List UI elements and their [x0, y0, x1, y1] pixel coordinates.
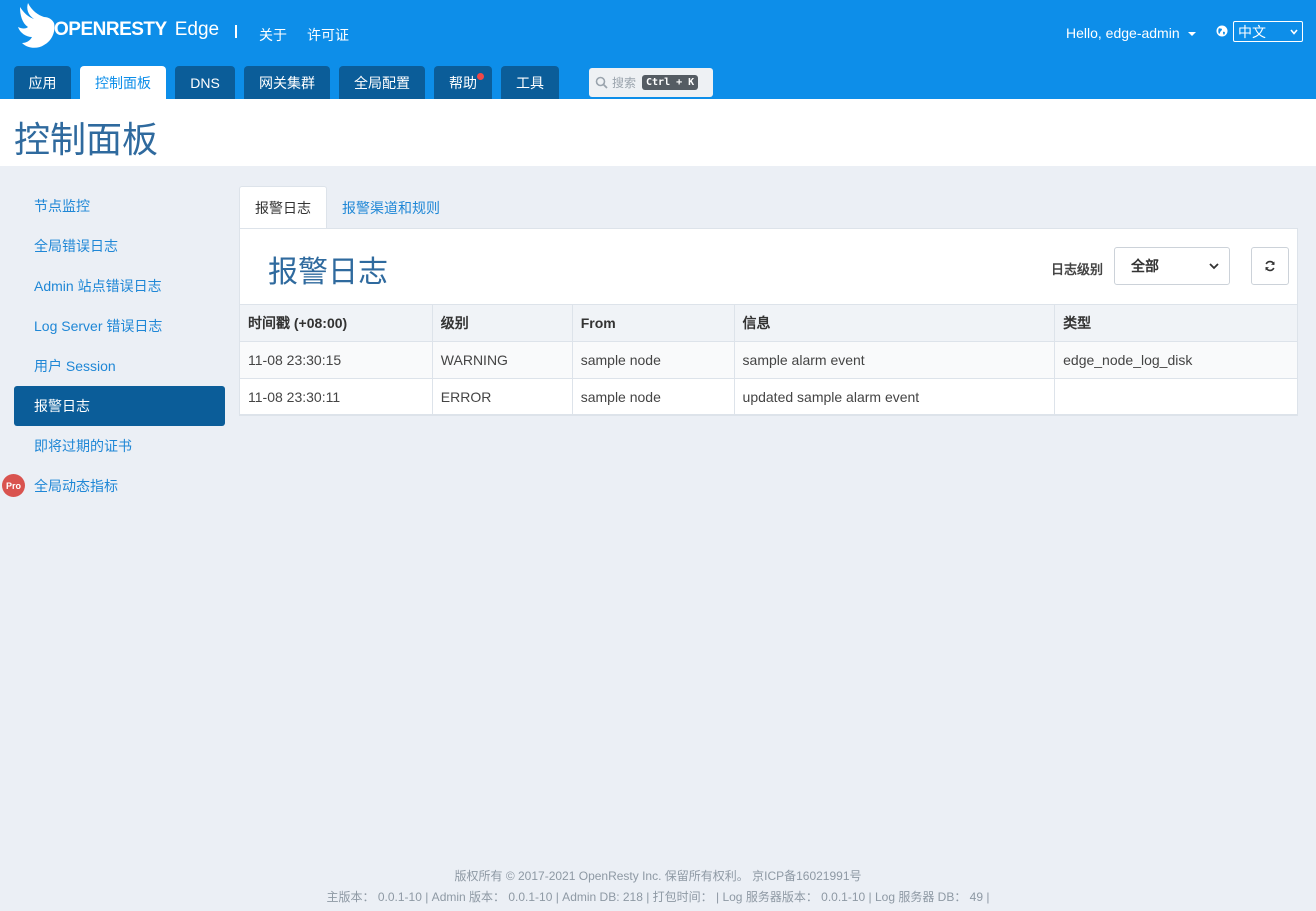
tab-label: 工具	[516, 74, 544, 91]
global-search[interactable]: 搜索 Ctrl + K	[589, 68, 713, 97]
top-header: OPENRESTY Edge 关于 许可证 Hello, edge-admin …	[0, 0, 1316, 99]
search-shortcut: Ctrl + K	[642, 75, 699, 90]
panel-title: 报警日志	[268, 256, 388, 289]
cell-message: updated sample alarm event	[733, 378, 1056, 416]
bird-logo-icon	[18, 3, 55, 48]
main-nav-tabs: 应用 控制面板 DNS 网关集群 全局配置 帮助 工具	[14, 66, 568, 99]
column-header: From	[571, 304, 735, 342]
tab-label: 帮助	[449, 74, 477, 91]
chevron-down-icon	[1209, 263, 1219, 270]
header-divider	[235, 25, 237, 38]
cell-type	[1054, 378, 1298, 416]
table-row: 11-08 23:30:11 ERROR sample node updated…	[239, 378, 1298, 416]
tab-label: DNS	[190, 74, 220, 91]
user-menu[interactable]: Hello, edge-admin	[1066, 25, 1196, 41]
sidebar-item-label: Log Server 错误日志	[34, 318, 163, 334]
about-link[interactable]: 关于	[259, 25, 287, 45]
column-header: 级别	[431, 304, 573, 342]
tab-label: 应用	[28, 74, 57, 91]
cell-level: WARNING	[431, 341, 573, 379]
caret-down-icon	[1187, 32, 1196, 36]
cell-from: sample node	[571, 341, 735, 379]
alarm-subtabs: 报警日志 报警渠道和规则	[239, 186, 1298, 229]
license-link[interactable]: 许可证	[307, 25, 349, 45]
tab-global-config[interactable]: 全局配置	[339, 66, 425, 99]
tab-alarm-log[interactable]: 报警日志	[239, 186, 327, 229]
sidebar-item-label: Admin 站点错误日志	[34, 278, 162, 294]
cell-type: edge_node_log_disk	[1054, 341, 1298, 379]
chevron-down-icon	[1290, 28, 1298, 35]
log-level-select[interactable]: 全部	[1114, 247, 1230, 285]
sidebar-item-user-session[interactable]: 用户 Session	[14, 346, 225, 386]
refresh-icon	[1265, 260, 1275, 272]
cell-from: sample node	[571, 378, 735, 416]
page-title-bar: 控制面板	[0, 99, 1316, 166]
sidebar-item-global-error-log[interactable]: 全局错误日志	[14, 226, 225, 266]
openresty-logo[interactable]: OPENRESTY Edge	[14, 2, 219, 52]
tab-tools[interactable]: 工具	[501, 66, 559, 99]
tab-label: 全局配置	[354, 74, 410, 91]
pro-badge: Pro	[2, 474, 25, 497]
tab-label: 报警日志	[255, 200, 311, 216]
refresh-button[interactable]	[1251, 247, 1289, 285]
footer: 版权所有 © 2017-2021 OpenResty Inc. 保留所有权利。 …	[0, 866, 1316, 908]
sidebar-item-label: 节点监控	[34, 198, 90, 214]
column-header: 类型	[1054, 304, 1298, 342]
column-header: 信息	[733, 304, 1056, 342]
page-title: 控制面板	[14, 119, 159, 160]
tab-apps[interactable]: 应用	[14, 66, 71, 99]
cell-message: sample alarm event	[733, 341, 1056, 379]
table-row: 11-08 23:30:15 WARNING sample node sampl…	[239, 341, 1298, 379]
cell-timestamp: 11-08 23:30:15	[239, 341, 433, 379]
tab-gateway-clusters[interactable]: 网关集群	[244, 66, 330, 99]
sidebar-item-label: 全局错误日志	[34, 238, 118, 254]
sidebar-item-admin-error-log[interactable]: Admin 站点错误日志	[14, 266, 225, 306]
tab-help[interactable]: 帮助	[434, 66, 492, 99]
sidebar: 节点监控 全局错误日志 Admin 站点错误日志 Log Server 错误日志…	[2, 186, 225, 506]
column-header: 时间戳 (+08:00)	[239, 304, 433, 342]
logo-wordmark: OPENRESTY	[54, 19, 167, 40]
footer-copyright: 版权所有 © 2017-2021 OpenResty Inc. 保留所有权利。 …	[454, 869, 862, 883]
sidebar-item-expiring-certs[interactable]: 即将过期的证书	[14, 426, 225, 466]
globe-icon	[1216, 25, 1228, 37]
tab-label: 报警渠道和规则	[342, 199, 440, 216]
language-value: 中文	[1238, 23, 1266, 40]
sidebar-item-label: 全局动态指标	[34, 478, 118, 494]
tab-dashboard[interactable]: 控制面板	[80, 66, 166, 99]
cell-level: ERROR	[431, 378, 573, 416]
sidebar-item-log-server-error-log[interactable]: Log Server 错误日志	[14, 306, 225, 346]
sidebar-item-global-metrics[interactable]: Pro 全局动态指标	[2, 466, 225, 506]
sidebar-item-label: 用户 Session	[34, 358, 116, 374]
main-content: 报警日志 报警渠道和规则 报警日志 日志级别 全部 时间戳 (+08:00) 级…	[239, 186, 1298, 416]
search-icon	[595, 76, 608, 89]
tab-label: 控制面板	[95, 74, 151, 91]
notification-dot	[477, 73, 484, 80]
log-level-label: 日志级别	[1051, 262, 1104, 277]
sidebar-item-alarm-log[interactable]: 报警日志	[14, 386, 225, 426]
sidebar-item-node-monitor[interactable]: 节点监控	[14, 186, 225, 226]
cell-timestamp: 11-08 23:30:11	[239, 378, 433, 416]
alarm-log-panel: 报警日志 日志级别 全部 时间戳 (+08:00) 级别 From 信息 类型 …	[239, 228, 1298, 416]
alarm-log-table: 时间戳 (+08:00) 级别 From 信息 类型 11-08 23:30:1…	[239, 304, 1298, 416]
user-greeting: Hello, edge-admin	[1066, 25, 1180, 41]
language-select[interactable]: 中文	[1233, 21, 1303, 42]
sidebar-item-label: 即将过期的证书	[34, 438, 132, 454]
tab-label: 网关集群	[259, 74, 315, 91]
product-name: Edge	[174, 19, 220, 40]
table-header-row: 时间戳 (+08:00) 级别 From 信息 类型	[239, 304, 1298, 342]
tab-alarm-channels-rules[interactable]: 报警渠道和规则	[327, 186, 455, 229]
tab-dns[interactable]: DNS	[175, 66, 235, 99]
sidebar-item-label: 报警日志	[34, 398, 90, 414]
log-level-value: 全部	[1131, 258, 1159, 274]
footer-versions: 主版本： 0.0.1-10 | Admin 版本： 0.0.1-10 | Adm…	[326, 890, 990, 904]
search-placeholder: 搜索	[612, 76, 637, 90]
